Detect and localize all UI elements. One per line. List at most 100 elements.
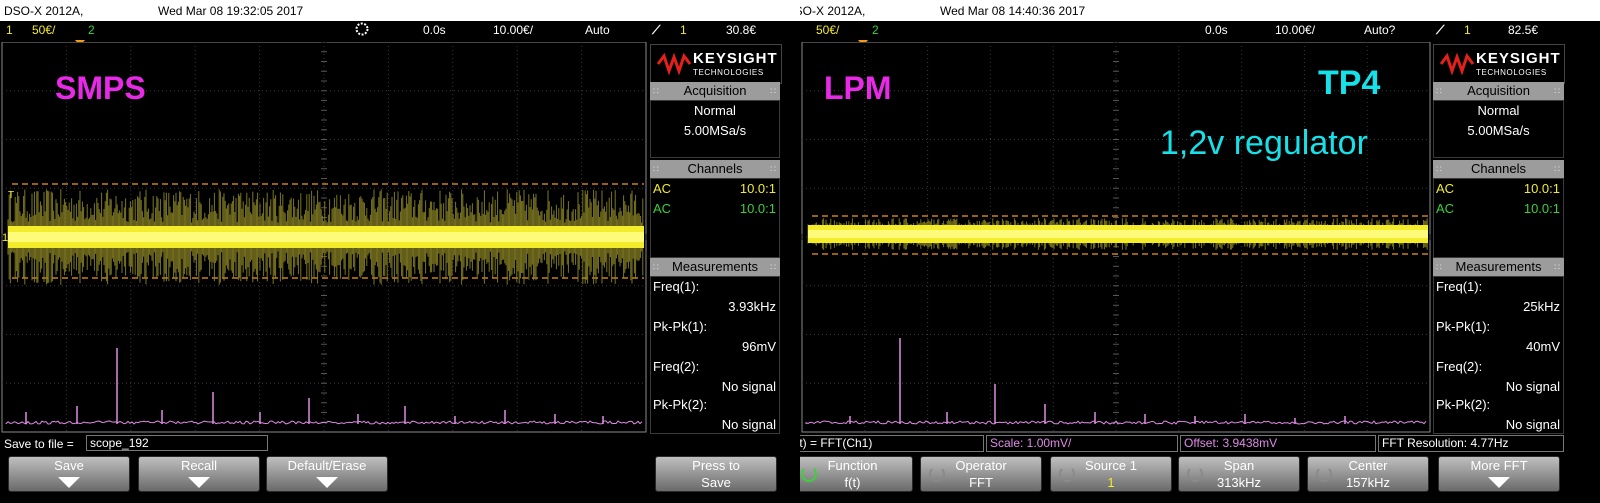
title-bar: DSO-X 2012A, Wed Mar 08 19:32:05 2017 bbox=[0, 0, 800, 21]
trigger-source[interactable]: 1 bbox=[1464, 23, 1471, 37]
trigger-edge-icon: ⟋ bbox=[1436, 23, 1445, 37]
meas-label: Freq(1): bbox=[653, 279, 700, 294]
meas-value: No signal bbox=[1505, 379, 1560, 394]
ch2-coupling: AC bbox=[1436, 201, 1455, 216]
source-softkey[interactable]: Source 11 bbox=[1050, 456, 1172, 492]
meas-label: Freq(2): bbox=[653, 359, 700, 374]
press-to-save-softkey[interactable]: Press to Save bbox=[655, 456, 777, 492]
status-bar: 1 50€/ 2 0.0s 10.00€/ Auto ⟋ 1 30.8€ bbox=[0, 21, 800, 40]
ch2-indicator[interactable]: 2 bbox=[88, 23, 95, 37]
meas-label: Pk-Pk(2): bbox=[1436, 397, 1491, 412]
trigger-level[interactable]: 30.8€ bbox=[726, 23, 756, 37]
meas-value: 96mV bbox=[742, 339, 776, 354]
recall-softkey[interactable]: Recall bbox=[138, 456, 260, 492]
meas-value: No signal bbox=[1505, 417, 1560, 432]
arrow-down-icon bbox=[188, 477, 210, 488]
meas-value: 3.93kHz bbox=[728, 299, 776, 314]
model-name: DSO-X 2012A, bbox=[4, 4, 84, 18]
channels-panel: AC 10.0:1 AC 10.0:1 bbox=[650, 178, 780, 258]
channels-header[interactable]: ∷ Channels ∷ bbox=[650, 160, 780, 178]
acq-rate: 5.00MSa/s bbox=[683, 123, 747, 138]
status-bar: 1 50€/ 2 0.0s 10.00€/ Auto? ⟋ 1 82.5€ bbox=[800, 21, 1600, 40]
meas-label: Pk-Pk(1): bbox=[1436, 319, 1491, 334]
measurements-header[interactable]: ∷ Measurements ∷ bbox=[1433, 258, 1564, 276]
acquisition-panel: Normal 5.00MSa/s bbox=[650, 100, 780, 158]
ch1-probe: 10.0:1 bbox=[1523, 181, 1560, 196]
fft-info-bar: f(t) = FFT(Ch1) Scale: 1.00mV/ Offset: 3… bbox=[800, 435, 1600, 454]
arrow-down-icon bbox=[58, 477, 80, 488]
acq-mode: Normal bbox=[1477, 103, 1520, 118]
regulator-label: 1,2v regulator bbox=[1160, 124, 1368, 162]
channels-header[interactable]: ∷ Channels ∷ bbox=[1433, 160, 1564, 178]
channels-panel: AC 10.0:1 AC 10.0:1 bbox=[1433, 178, 1564, 258]
measurements-panel: Freq(1): 25kHz Pk-Pk(1): 40mV Freq(2): N… bbox=[1433, 276, 1564, 434]
span-softkey[interactable]: Span 313kHz bbox=[1178, 456, 1300, 492]
title-bar: DSO-X 2012A, Wed Mar 08 14:40:36 2017 bbox=[800, 0, 1600, 21]
meas-value: No signal bbox=[721, 379, 776, 394]
datetime: Wed Mar 08 19:32:05 2017 bbox=[158, 4, 304, 18]
model-name: DSO-X 2012A, bbox=[800, 4, 866, 18]
trigger-level[interactable]: 82.5€ bbox=[1508, 23, 1538, 37]
arrow-down-icon bbox=[316, 477, 338, 488]
ch2-probe: 10.0:1 bbox=[1523, 201, 1560, 216]
center-softkey[interactable]: Center 157kHz bbox=[1307, 456, 1429, 492]
keysight-wave-icon bbox=[657, 53, 691, 75]
function-softkey[interactable]: Function f(t) bbox=[800, 456, 913, 492]
timebase[interactable]: 10.00€/ bbox=[493, 23, 533, 37]
trigger-level-marker: T bbox=[8, 190, 15, 201]
meas-value: 25kHz bbox=[1523, 299, 1560, 314]
fft-scale[interactable]: Scale: 1.00mV/ bbox=[986, 435, 1178, 452]
ch1-probe: 10.0:1 bbox=[739, 181, 776, 196]
horizontal-delay[interactable]: 0.0s bbox=[1205, 23, 1228, 37]
ch2-indicator[interactable]: 2 bbox=[872, 23, 879, 37]
datetime: Wed Mar 08 14:40:36 2017 bbox=[940, 4, 1086, 18]
acquisition-header[interactable]: ∷ Acquisition ∷ bbox=[1433, 82, 1564, 100]
scope-screen-right: DSO-X 2012A, Wed Mar 08 14:40:36 2017 1 … bbox=[800, 0, 1600, 503]
scope-screen-left: DSO-X 2012A, Wed Mar 08 19:32:05 2017 1 … bbox=[0, 0, 800, 503]
acquisition-header[interactable]: ∷ Acquisition ∷ bbox=[650, 82, 780, 100]
acq-rate: 5.00MSa/s bbox=[1467, 123, 1530, 138]
operator-softkey[interactable]: Operator FFT bbox=[920, 456, 1042, 492]
ch1-coupling: AC bbox=[1436, 181, 1455, 196]
ch1-scale[interactable]: 50€/ bbox=[816, 23, 839, 37]
fft-offset[interactable]: Offset: 3.9438mV bbox=[1180, 435, 1376, 452]
trigger-mode[interactable]: Auto bbox=[585, 23, 610, 37]
keysight-logo: KEYSIGHT TECHNOLOGIES bbox=[650, 44, 782, 84]
ch2-probe: 10.0:1 bbox=[739, 201, 776, 216]
ch1-coupling: AC bbox=[653, 181, 672, 196]
meas-label: Freq(1): bbox=[1436, 279, 1483, 294]
trigger-mode[interactable]: Auto? bbox=[1364, 23, 1395, 37]
test-point-label: TP4 bbox=[1318, 64, 1381, 102]
run-stop-icon bbox=[354, 21, 370, 40]
measurements-panel: Freq(1): 3.93kHz Pk-Pk(1): 96mV Freq(2):… bbox=[650, 276, 780, 434]
horizontal-delay[interactable]: 0.0s bbox=[423, 23, 446, 37]
meas-label: Pk-Pk(1): bbox=[653, 319, 708, 334]
ch1-scale[interactable]: 50€/ bbox=[32, 23, 55, 37]
meas-label: Pk-Pk(2): bbox=[653, 397, 708, 412]
meas-value: 40mV bbox=[1526, 339, 1560, 354]
acquisition-panel: Normal 5.00MSa/s bbox=[1433, 100, 1564, 158]
ch1-indicator[interactable]: 1 bbox=[6, 23, 13, 37]
annotation-label: LPM bbox=[824, 70, 892, 106]
acq-mode: Normal bbox=[694, 103, 736, 118]
measurements-header[interactable]: ∷ Measurements ∷ bbox=[650, 258, 780, 276]
keysight-logo: KEYSIGHT TECHNOLOGIES bbox=[1433, 44, 1565, 84]
trigger-edge-icon: ⟋ bbox=[652, 23, 661, 37]
ch2-coupling: AC bbox=[653, 201, 672, 216]
meas-value: No signal bbox=[721, 417, 776, 432]
meas-label: Freq(2): bbox=[1436, 359, 1483, 374]
save-file-bar: Save to file = scope_192 bbox=[0, 435, 800, 454]
arrow-down-icon bbox=[1488, 477, 1510, 488]
save-softkey[interactable]: Save bbox=[8, 456, 130, 492]
ch1-ground-marker: 1 bbox=[2, 232, 9, 244]
save-filename-field[interactable]: scope_192 bbox=[86, 435, 268, 451]
timebase[interactable]: 10.00€/ bbox=[1275, 23, 1315, 37]
more-fft-softkey[interactable]: More FFT bbox=[1438, 456, 1560, 492]
fft-resolution: FFT Resolution: 4.77Hz bbox=[1378, 435, 1564, 452]
trigger-source[interactable]: 1 bbox=[680, 23, 687, 37]
annotation-label: SMPS bbox=[55, 70, 146, 106]
default-erase-softkey[interactable]: Default/Erase bbox=[266, 456, 388, 492]
save-file-label: Save to file = bbox=[4, 437, 74, 451]
fft-expression: f(t) = FFT(Ch1) bbox=[800, 435, 984, 452]
keysight-wave-icon bbox=[1440, 53, 1474, 75]
